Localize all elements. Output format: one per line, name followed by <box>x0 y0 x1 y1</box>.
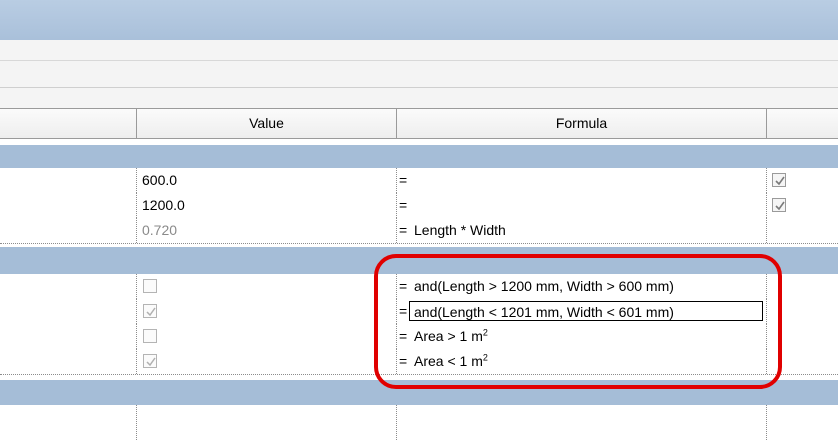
table-row: 1200.0 = <box>0 193 838 219</box>
table-header: Value Formula <box>0 108 838 139</box>
value-checkbox[interactable] <box>143 304 157 318</box>
formula-equals: = <box>399 172 408 188</box>
window-title-bar <box>0 0 838 40</box>
checkmark-icon <box>775 176 785 186</box>
value-checkbox[interactable] <box>143 354 157 368</box>
checkmark-icon <box>146 357 156 367</box>
column-divider <box>766 405 767 440</box>
value-cell[interactable]: 1200.0 <box>142 193 185 218</box>
column-divider <box>396 168 397 193</box>
lock-checkbox[interactable] <box>772 198 786 212</box>
column-divider <box>136 405 137 440</box>
column-header-lock[interactable] <box>767 109 838 138</box>
group-header-dimensions[interactable] <box>0 145 838 168</box>
lock-checkbox[interactable] <box>772 173 786 187</box>
table-row: 600.0 = <box>0 168 838 194</box>
column-divider <box>766 218 767 243</box>
value-checkbox[interactable] <box>143 329 157 343</box>
empty-row-area <box>0 405 838 440</box>
column-header-formula[interactable]: Formula <box>397 109 767 138</box>
value-checkbox[interactable] <box>143 279 157 293</box>
column-divider <box>766 168 767 193</box>
column-divider <box>136 274 137 299</box>
toolbar-strip-3 <box>0 88 838 108</box>
table-row: 0.720 = Length * Width <box>0 218 838 244</box>
toolbar-strip-2 <box>0 61 838 88</box>
column-divider <box>396 405 397 440</box>
column-divider <box>136 218 137 243</box>
value-cell-readonly: 0.720 <box>142 222 178 238</box>
column-divider <box>136 349 137 374</box>
toolbar-strip <box>0 40 838 61</box>
checkmark-icon <box>775 201 785 211</box>
column-header-name[interactable] <box>0 109 137 138</box>
formula-equals: = <box>399 197 408 213</box>
formula-equals: = <box>399 222 408 238</box>
column-divider <box>396 218 397 243</box>
column-divider <box>136 168 137 193</box>
highlight-annotation <box>374 254 782 389</box>
checkmark-icon <box>146 307 156 317</box>
column-divider <box>136 193 137 218</box>
formula-cell[interactable]: Length * Width <box>414 218 506 243</box>
column-divider <box>136 299 137 324</box>
column-divider <box>396 193 397 218</box>
column-divider <box>766 193 767 218</box>
column-header-value[interactable]: Value <box>137 109 397 138</box>
value-cell[interactable]: 600.0 <box>142 168 177 193</box>
column-divider <box>136 324 137 349</box>
